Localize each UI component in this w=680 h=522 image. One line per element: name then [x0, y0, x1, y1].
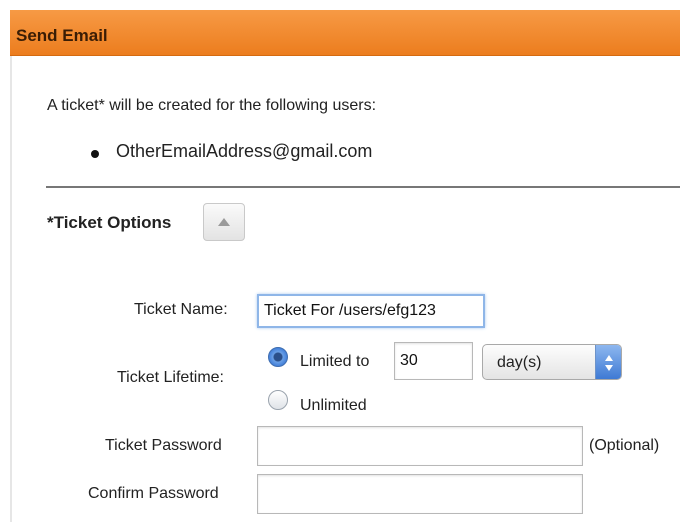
select-arrows-icon [595, 345, 621, 379]
chevron-up-icon [218, 218, 230, 226]
user-email: OtherEmailAddress@gmail.com [116, 141, 373, 161]
optional-hint: (Optional) [589, 437, 660, 454]
lifetime-value-input[interactable] [394, 342, 473, 380]
ticket-options-title: *Ticket Options [47, 213, 172, 232]
confirm-password-input[interactable] [257, 474, 583, 514]
limited-radio[interactable] [268, 347, 288, 367]
dialog-header: Send Email [10, 10, 680, 56]
unlimited-label: Unlimited [300, 397, 367, 414]
ticket-name-input[interactable] [257, 294, 485, 328]
limited-label: Limited to [300, 353, 370, 370]
intro-text: A ticket* will be created for the follow… [47, 97, 377, 114]
lifetime-unit-value: day(s) [497, 354, 542, 371]
section-divider [46, 186, 680, 188]
ticket-password-label: Ticket Password [105, 437, 222, 454]
ticket-lifetime-label: Ticket Lifetime: [117, 369, 224, 386]
lifetime-unit-select[interactable]: day(s) [482, 344, 622, 380]
bullet-icon [91, 150, 99, 158]
ticket-name-label: Ticket Name: [134, 301, 228, 318]
dialog-title: Send Email [16, 26, 108, 45]
ticket-password-input[interactable] [257, 426, 583, 466]
unlimited-radio[interactable] [268, 390, 288, 410]
collapse-options-button[interactable] [203, 203, 245, 241]
confirm-password-label: Confirm Password [88, 485, 219, 502]
